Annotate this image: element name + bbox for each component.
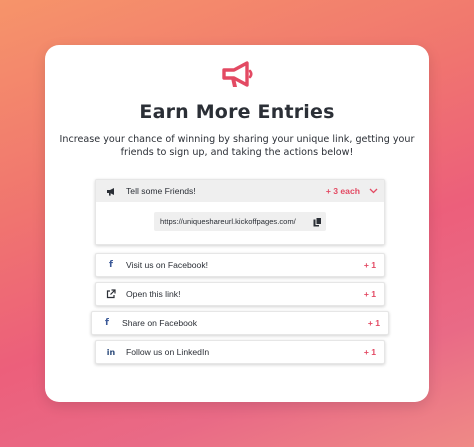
earn-entries-card: Earn More Entries Increase your chance o… [45, 45, 429, 402]
megaphone-icon [222, 61, 253, 87]
entry-header-tell-friends[interactable]: Tell some Friends! + 3 each [96, 180, 384, 202]
facebook-icon: f [109, 260, 113, 270]
entry-follow-linkedin[interactable]: in Follow us on LinkedIn + 1 [95, 340, 385, 364]
entry-label: Visit us on Facebook! [126, 260, 209, 270]
entry-points: + 1 [363, 347, 376, 357]
entry-open-link[interactable]: Open this link! + 1 [95, 282, 385, 306]
entry-label: Open this link! [126, 289, 181, 299]
page-subtitle: Increase your chance of winning by shari… [59, 134, 415, 158]
share-link-area: https://uniqueshareurl.kickoffpages.com/ [96, 202, 384, 244]
entry-share-facebook[interactable]: f Share on Facebook + 1 [91, 311, 389, 335]
entry-label: Tell some Friends! [126, 186, 196, 196]
facebook-icon: f [105, 318, 109, 328]
megaphone-icon [96, 187, 126, 196]
copy-icon[interactable] [308, 212, 326, 231]
share-link-box[interactable]: https://uniqueshareurl.kickoffpages.com/ [154, 212, 326, 231]
entry-points: + 1 [363, 260, 376, 270]
entry-points: + 1 [367, 318, 380, 328]
external-link-icon [96, 289, 126, 299]
entry-points: + 3 each [325, 186, 360, 196]
entry-label: Follow us on LinkedIn [126, 347, 210, 357]
linkedin-icon: in [106, 347, 116, 357]
share-url[interactable]: https://uniqueshareurl.kickoffpages.com/ [154, 217, 308, 226]
chevron-down-icon[interactable] [368, 186, 378, 196]
entry-tell-friends: Tell some Friends! + 3 each https://uniq… [95, 179, 385, 245]
entry-label: Share on Facebook [122, 318, 198, 328]
page-title: Earn More Entries [139, 101, 335, 123]
entry-points: + 1 [363, 289, 376, 299]
entry-visit-facebook[interactable]: f Visit us on Facebook! + 1 [95, 253, 385, 277]
